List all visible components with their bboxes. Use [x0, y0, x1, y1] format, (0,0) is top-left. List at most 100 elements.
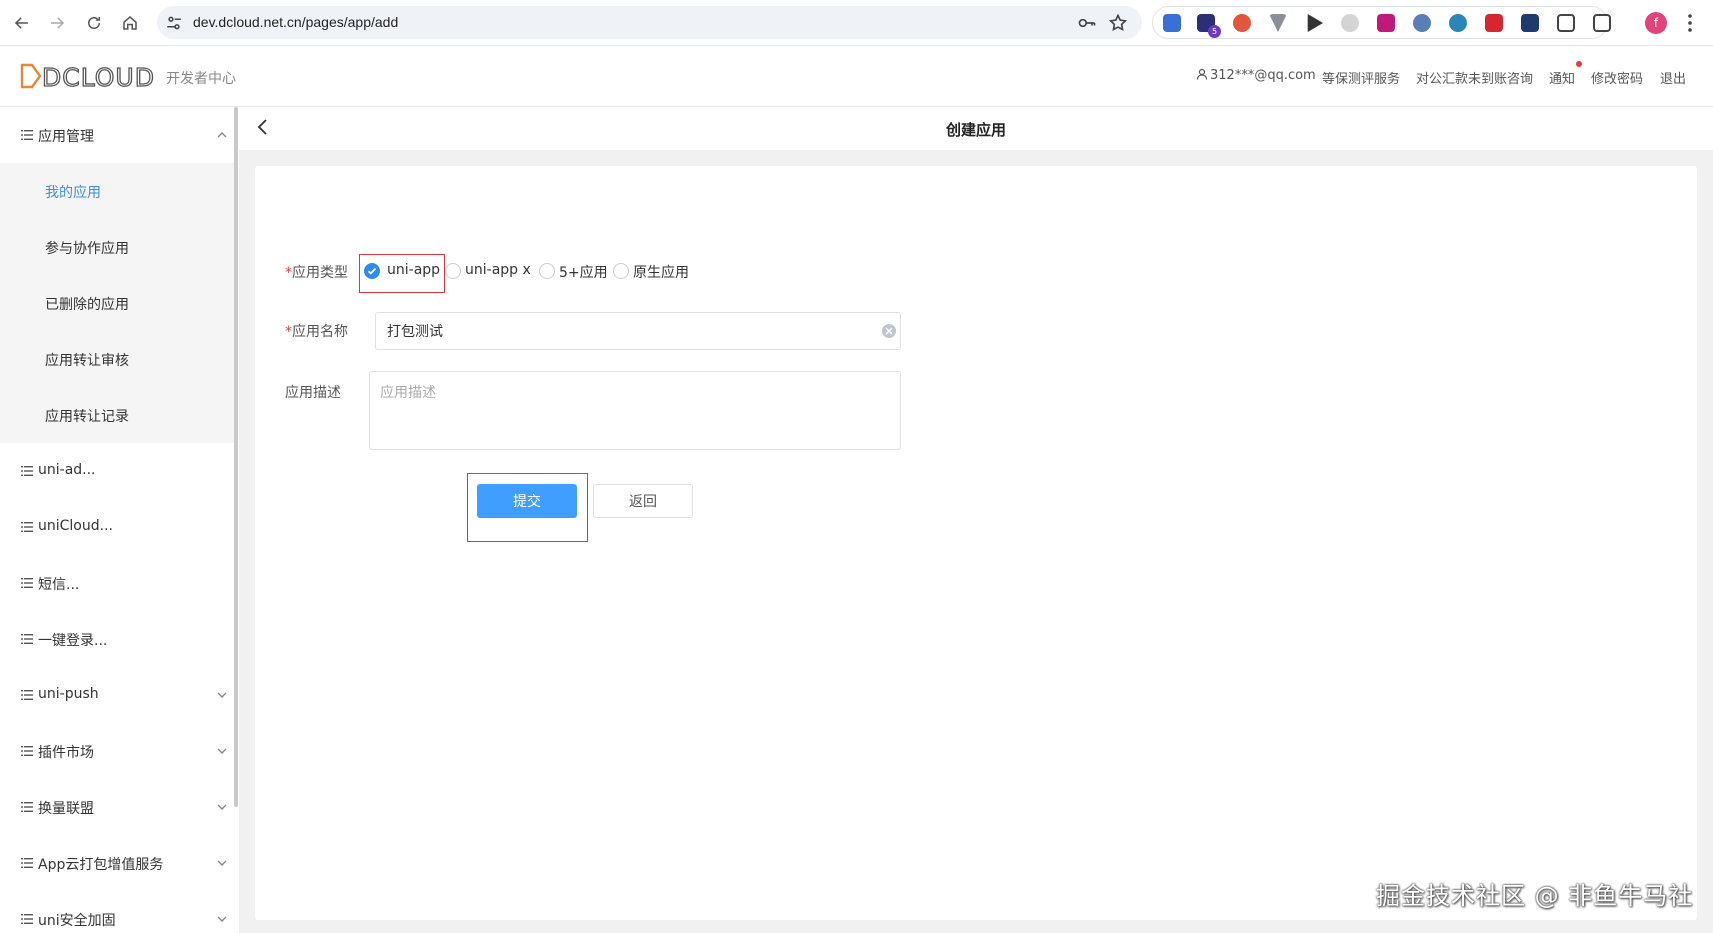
extension-download-icon[interactable]: [1377, 14, 1395, 32]
back-arrow-icon[interactable]: [10, 11, 34, 35]
sidebar-group-unicloud[interactable]: uniCloud...: [0, 499, 234, 555]
header-link-notifications[interactable]: 通知: [1549, 68, 1575, 87]
extension-copy-icon[interactable]: [1557, 14, 1575, 32]
sidebar-group-app-management[interactable]: 应用管理: [0, 107, 234, 163]
list-icon: [21, 802, 33, 812]
sidebar-group-label: 插件市场: [38, 745, 94, 761]
app-desc-textarea[interactable]: [369, 371, 901, 450]
chevron-down-icon: [217, 860, 227, 866]
radio-label: 原生应用: [633, 265, 689, 281]
app-name-label: *应用名称: [285, 321, 348, 341]
sidebar-item-transfer-review[interactable]: 应用转让审核: [0, 331, 234, 387]
sidebar-group-uni-ad[interactable]: uni-ad...: [0, 443, 234, 499]
clear-input-icon[interactable]: [882, 324, 896, 338]
radio-label: 5+应用: [559, 265, 608, 281]
required-mark: *: [285, 324, 292, 340]
home-icon[interactable]: [118, 11, 142, 35]
sidebar-submenu: 我的应用 参与协作应用 已删除的应用 应用转让审核 应用转让记录: [0, 163, 234, 443]
header-link-payment-inquiry[interactable]: 对公汇款未到账咨询: [1416, 68, 1533, 87]
sidebar-item-label: 参与协作应用: [45, 241, 129, 257]
app-type-label: *应用类型: [285, 262, 348, 282]
required-mark: *: [285, 265, 292, 281]
user-icon: [1196, 68, 1208, 80]
extension-translate-icon[interactable]: [1163, 14, 1181, 32]
extension-badge: 5: [1208, 25, 1221, 38]
list-icon: [21, 746, 33, 756]
extension-play-icon[interactable]: [1307, 14, 1323, 32]
extension-ball-icon[interactable]: [1233, 14, 1251, 32]
extension-cloud-icon[interactable]: [1449, 14, 1467, 32]
url-text: dev.dcloud.net.cn/pages/app/add: [193, 14, 399, 30]
radio-unchecked-icon: [613, 263, 629, 279]
radio-unchecked-icon: [539, 263, 555, 279]
list-icon: [21, 914, 33, 924]
browser-toolbar: dev.dcloud.net.cn/pages/app/add 5 f: [0, 0, 1713, 46]
bookmark-star-icon[interactable]: [1108, 13, 1128, 33]
sidebar-group-label: uni安全加固: [38, 913, 116, 929]
forward-arrow-icon[interactable]: [45, 11, 69, 35]
header-link-change-password[interactable]: 修改密码: [1591, 68, 1643, 87]
chevron-down-icon: [217, 804, 227, 810]
extension-vue-icon[interactable]: [1269, 14, 1287, 32]
sidebar-group-one-click-login[interactable]: 一键登录...: [0, 611, 234, 667]
sidebar-item-label: 已删除的应用: [45, 297, 129, 313]
radio-label: uni-app: [387, 262, 441, 278]
page-title: 创建应用: [945, 121, 1006, 139]
sidebar-group-sms[interactable]: 短信...: [0, 555, 234, 611]
extensions-bar: 5: [1152, 6, 1611, 39]
sidebar-group-label: uniCloud...: [38, 518, 113, 534]
list-icon: [21, 858, 33, 868]
sidebar-item-transfer-records[interactable]: 应用转让记录: [0, 387, 234, 443]
chevron-down-icon: [217, 692, 227, 698]
reload-icon[interactable]: [82, 11, 106, 35]
extension-graduation-icon[interactable]: 5: [1197, 14, 1221, 38]
app-name-label-text: 应用名称: [292, 324, 348, 340]
chevron-down-icon: [217, 916, 227, 922]
site-settings-icon[interactable]: [165, 14, 183, 32]
extension-fe-icon[interactable]: [1485, 14, 1503, 32]
extension-s-icon[interactable]: [1521, 14, 1539, 32]
password-key-icon[interactable]: [1077, 13, 1097, 33]
page-title-bar: 创建应用: [239, 107, 1713, 150]
list-icon: [21, 578, 33, 588]
sidebar-item-deleted-apps[interactable]: 已删除的应用: [0, 275, 234, 331]
sidebar-group-label: 换量联盟: [38, 801, 94, 817]
sidebar-scrollbar[interactable]: [234, 107, 238, 807]
sidebar-group-plugin-market[interactable]: 插件市场: [0, 723, 234, 779]
sidebar-group-label: 短信...: [38, 577, 80, 593]
browser-menu-icon[interactable]: [1682, 12, 1698, 34]
app-name-input[interactable]: [375, 312, 901, 350]
sidebar-group-uni-push[interactable]: uni-push: [0, 667, 234, 723]
sidebar-item-my-apps[interactable]: 我的应用: [0, 163, 234, 219]
extension-circle-icon[interactable]: [1341, 14, 1359, 32]
logo-subtitle: 开发者中心: [166, 71, 236, 87]
app-header: DCLOUD 开发者中心 312***@qq.com 等保测评服务 对公汇款未到…: [0, 46, 1713, 107]
sidebar-group-label: App云打包增值服务: [38, 857, 164, 873]
sidebar-item-label: 我的应用: [45, 185, 101, 201]
extensions-puzzle-icon[interactable]: [1593, 14, 1611, 32]
app-type-label-text: 应用类型: [292, 265, 348, 281]
dcloud-logo[interactable]: DCLOUD: [20, 63, 160, 89]
watermark: 掘金技术社区 @ 非鱼牛马社: [1376, 882, 1694, 910]
sidebar-group-uni-security[interactable]: uni安全加固: [0, 891, 234, 933]
sidebar-group-label: uni-ad...: [38, 462, 96, 478]
sidebar-group-label: 应用管理: [38, 129, 94, 145]
notification-dot: [1576, 61, 1582, 67]
profile-avatar[interactable]: f: [1645, 12, 1667, 34]
radio-checked-icon: [364, 263, 380, 279]
sidebar-group-exchange-alliance[interactable]: 换量联盟: [0, 779, 234, 835]
header-link-logout[interactable]: 退出: [1660, 68, 1686, 87]
radio-unchecked-icon: [445, 263, 461, 279]
list-icon: [21, 690, 33, 700]
app-desc-label: 应用描述: [285, 385, 341, 401]
logo-text: DCLOUD: [42, 63, 155, 89]
header-link-security-assessment[interactable]: 等保测评服务: [1322, 68, 1400, 87]
sidebar-item-label: 应用转让记录: [45, 409, 129, 425]
extension-network-icon[interactable]: [1413, 14, 1431, 32]
user-account-link[interactable]: 312***@qq.com: [1196, 68, 1316, 83]
return-button[interactable]: 返回: [593, 484, 693, 518]
sidebar-item-collab-apps[interactable]: 参与协作应用: [0, 219, 234, 275]
sidebar-group-app-cloud-build[interactable]: App云打包增值服务: [0, 835, 234, 891]
submit-button[interactable]: 提交: [477, 484, 577, 518]
address-bar[interactable]: dev.dcloud.net.cn/pages/app/add: [157, 6, 1142, 39]
